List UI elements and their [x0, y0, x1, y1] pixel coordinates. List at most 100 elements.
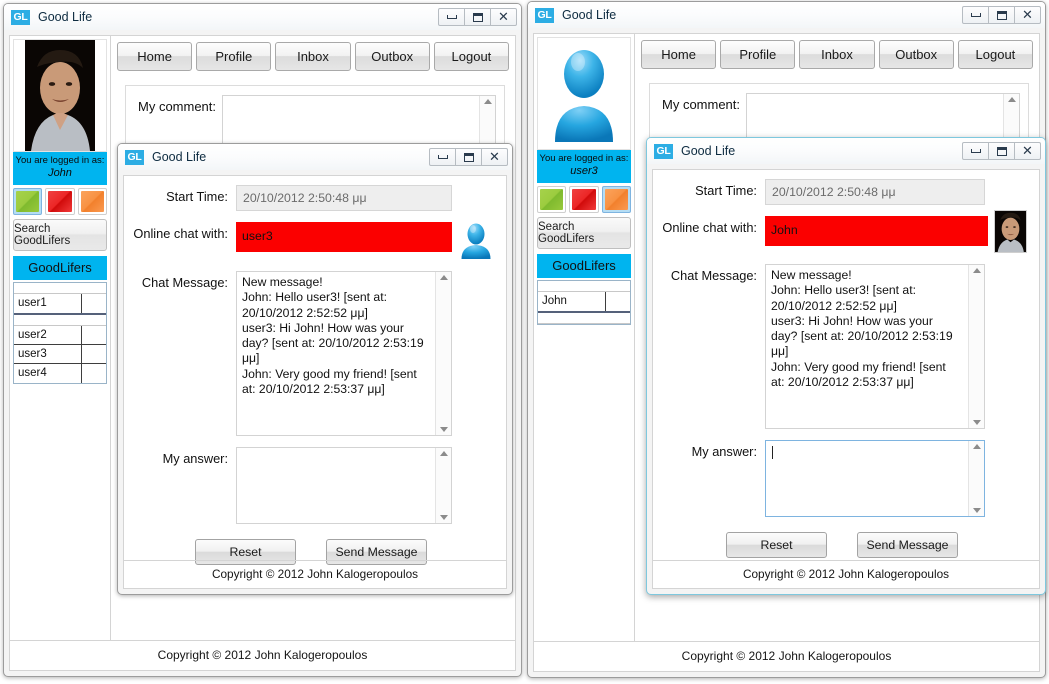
list-item[interactable]: user4: [14, 363, 106, 383]
chat-transcript-textarea[interactable]: New message! John: Hello user3! [sent at…: [236, 271, 452, 436]
start-time-row: Start Time: 20/10/2012 2:50:48 μμ: [128, 185, 494, 211]
chat-dialog-right[interactable]: GL Good Life ✕ Start Time: 20/10/2012 2:…: [646, 137, 1046, 595]
list-item[interactable]: John: [538, 291, 630, 311]
goodlifers-header: GoodLifers: [13, 255, 107, 280]
nav-button-outbox[interactable]: Outbox: [354, 42, 430, 71]
green-status-icon: [16, 190, 40, 212]
my-answer-scrollbar[interactable]: [968, 441, 984, 516]
scroll-up-icon[interactable]: [439, 451, 448, 456]
maximize-button[interactable]: [988, 6, 1015, 24]
list-group-spacer: [538, 312, 630, 324]
comment-value: [223, 96, 495, 102]
maximize-button[interactable]: [464, 8, 491, 26]
close-button[interactable]: ✕: [1014, 6, 1041, 24]
scroll-down-icon[interactable]: [972, 420, 981, 425]
list-group: user1: [14, 282, 106, 315]
maximize-icon: [996, 146, 1007, 156]
app-logo-icon: GL: [125, 149, 144, 165]
titlebar-left[interactable]: GL Good Life ✕: [4, 4, 521, 30]
logged-in-banner: You are logged in as: John: [13, 152, 107, 185]
search-goodlifers-button[interactable]: Search GoodLifers: [13, 218, 107, 251]
scroll-up-icon[interactable]: [972, 268, 981, 273]
status-button-busy[interactable]: [569, 185, 599, 213]
close-icon: ✕: [1022, 7, 1033, 23]
app-logo-icon: GL: [654, 143, 673, 159]
chat-partner-field[interactable]: user3: [236, 222, 452, 252]
goodlifers-list-right: John: [537, 279, 631, 325]
start-time-field: 20/10/2012 2:50:48 μμ: [236, 185, 452, 211]
chat-footer-left: Copyright © 2012 John Kalogeropoulos: [124, 560, 506, 588]
chat-transcript-scrollbar[interactable]: [968, 265, 984, 428]
scroll-up-icon[interactable]: [972, 444, 981, 449]
chat-transcript-value: New message! John: Hello user3! [sent at…: [771, 268, 953, 390]
maximize-button[interactable]: [455, 148, 482, 166]
window-controls: ✕: [429, 148, 508, 166]
titlebar-right[interactable]: GL Good Life ✕: [528, 2, 1045, 28]
app-footer-right: Copyright © 2012 John Kalogeropoulos: [534, 641, 1039, 671]
minimize-button[interactable]: [429, 148, 456, 166]
scroll-down-icon[interactable]: [439, 427, 448, 432]
sidebar-left: You are logged in as: John Search GoodLi…: [10, 36, 111, 640]
scroll-up-icon[interactable]: [439, 275, 448, 280]
status-button-away[interactable]: [77, 187, 107, 215]
chat-titlebar-right[interactable]: GL Good Life ✕: [647, 138, 1045, 164]
maximize-icon: [463, 152, 474, 162]
scroll-down-icon[interactable]: [439, 515, 448, 520]
list-group: [538, 312, 630, 324]
nav-button-logout[interactable]: Logout: [433, 42, 510, 71]
close-button[interactable]: ✕: [1014, 142, 1041, 160]
my-answer-row: My answer:: [128, 447, 494, 524]
chat-transcript-value: New message! John: Hello user3! [sent at…: [242, 275, 424, 397]
chat-transcript-textarea[interactable]: New message! John: Hello user3! [sent at…: [765, 264, 985, 429]
close-icon: ✕: [489, 149, 500, 165]
my-answer-textarea[interactable]: [236, 447, 452, 524]
window-controls: ✕: [962, 142, 1041, 160]
list-item[interactable]: user1: [14, 293, 106, 313]
nav-button-home[interactable]: Home: [117, 42, 193, 71]
list-group: user2 user3 user4: [14, 314, 106, 383]
minimize-button[interactable]: [962, 6, 989, 24]
list-item[interactable]: user2: [14, 325, 106, 345]
close-button[interactable]: ✕: [490, 8, 517, 26]
nav-button-home[interactable]: Home: [641, 40, 717, 69]
minimize-button[interactable]: [962, 142, 989, 160]
nav-button-inbox[interactable]: Inbox: [275, 42, 351, 71]
chat-dialog-left[interactable]: GL Good Life ✕ Start Time: 20/10/2012 2:…: [117, 143, 513, 595]
status-button-available[interactable]: [13, 187, 43, 215]
goodlifers-header: GoodLifers: [537, 253, 631, 278]
minimize-button[interactable]: [438, 8, 465, 26]
nav-button-logout[interactable]: Logout: [957, 40, 1034, 69]
list-group: John: [538, 280, 630, 313]
reset-button[interactable]: Reset: [726, 532, 827, 558]
chat-footer-right: Copyright © 2012 John Kalogeropoulos: [653, 560, 1039, 588]
status-button-away[interactable]: [601, 185, 631, 213]
nav-button-inbox[interactable]: Inbox: [799, 40, 875, 69]
scroll-down-icon[interactable]: [972, 508, 981, 513]
chat-transcript-scrollbar[interactable]: [435, 272, 451, 435]
close-button[interactable]: ✕: [481, 148, 508, 166]
sidebar-filler: [536, 324, 632, 641]
my-answer-value: [237, 448, 451, 454]
status-button-busy[interactable]: [45, 187, 75, 215]
scroll-up-icon[interactable]: [1007, 97, 1016, 102]
chat-partner-field[interactable]: John: [765, 216, 988, 246]
search-goodlifers-button[interactable]: Search GoodLifers: [537, 216, 631, 249]
chat-titlebar-left[interactable]: GL Good Life ✕: [118, 144, 512, 170]
online-chat-with-row: Online chat with: user3: [128, 222, 494, 260]
my-answer-textarea[interactable]: [765, 440, 985, 517]
status-button-available[interactable]: [537, 185, 567, 213]
my-answer-scrollbar[interactable]: [435, 448, 451, 523]
logged-in-username: user3: [570, 164, 598, 177]
list-item-label: user2: [14, 325, 82, 344]
chat-body-right: Start Time: 20/10/2012 2:50:48 μμ Online…: [647, 164, 1045, 594]
chat-partner-avatar: [458, 222, 494, 260]
scroll-up-icon[interactable]: [483, 99, 492, 104]
logged-in-banner: You are logged in as: user3: [537, 150, 631, 183]
maximize-button[interactable]: [988, 142, 1015, 160]
navbar-left: Home Profile Inbox Outbox Logout: [115, 39, 511, 71]
list-item[interactable]: user3: [14, 344, 106, 364]
nav-button-profile[interactable]: Profile: [720, 40, 796, 69]
nav-button-profile[interactable]: Profile: [196, 42, 272, 71]
nav-button-outbox[interactable]: Outbox: [878, 40, 954, 69]
send-message-button[interactable]: Send Message: [857, 532, 958, 558]
